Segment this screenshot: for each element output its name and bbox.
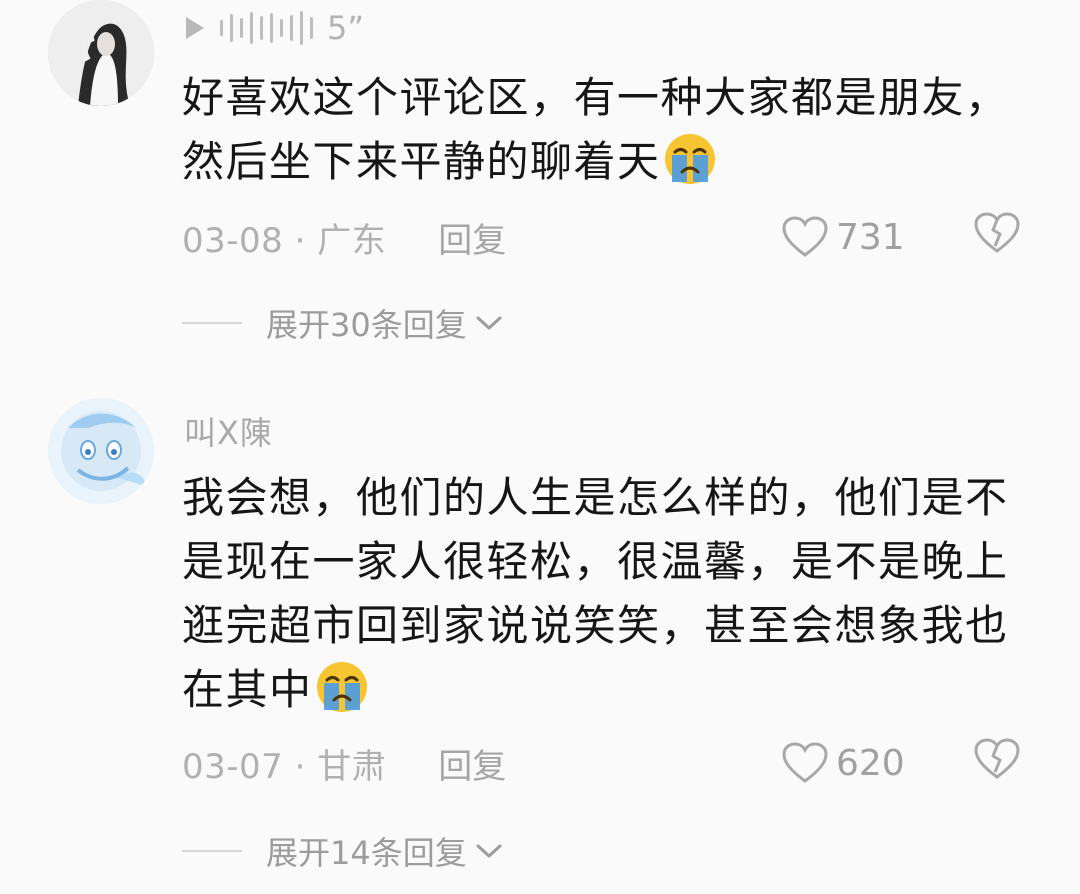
heart-icon	[782, 742, 828, 783]
play-icon	[186, 17, 204, 39]
like-count: 731	[836, 216, 905, 258]
broken-heart-icon	[974, 737, 1020, 779]
comment-body: 我会想，他们的人生是怎么样的，他们是不是现在一家人很轻松，很温馨，是不是晚上逛完…	[182, 473, 1009, 714]
comment-text: 好喜欢这个评论区，有一种大家都是朋友，然后坐下来平静的聊着天	[182, 66, 1012, 194]
chevron-down-icon	[476, 844, 502, 858]
expand-replies-label: 展开30条回复	[266, 306, 467, 344]
expand-replies-button[interactable]: 展开30条回复	[182, 298, 503, 348]
divider	[182, 850, 242, 852]
divider	[182, 322, 242, 324]
reply-button[interactable]: 回复	[438, 213, 506, 262]
avatar[interactable]	[48, 0, 154, 106]
crying-face-icon	[316, 662, 367, 712]
like-button[interactable]: 731	[782, 216, 905, 258]
chevron-down-icon	[476, 316, 502, 330]
dislike-button[interactable]	[974, 211, 1020, 263]
date-location: 03-07 · 甘肃	[182, 746, 387, 787]
heart-icon	[782, 216, 828, 257]
avatar[interactable]	[48, 398, 154, 504]
expand-replies-button[interactable]: 展开14条回复	[182, 826, 503, 876]
comment-text: 我会想，他们的人生是怎么样的，他们是不是现在一家人很轻松，很温馨，是不是晚上逛完…	[182, 466, 1012, 722]
broken-heart-icon	[974, 211, 1020, 253]
reply-button[interactable]: 回复	[438, 739, 506, 788]
like-count: 620	[836, 742, 905, 784]
like-button[interactable]: 620	[782, 742, 905, 784]
date-location: 03-08 · 广东	[182, 220, 387, 261]
crying-face-icon	[664, 134, 715, 184]
waveform-icon	[220, 11, 313, 45]
voice-duration: 5”	[327, 9, 364, 47]
expand-replies-label: 展开14条回复	[266, 834, 467, 872]
dislike-button[interactable]	[974, 737, 1020, 789]
username[interactable]: 叫X陳	[184, 408, 273, 454]
comment-meta: 03-07 · 甘肃 回复 620	[182, 737, 1042, 789]
voice-message[interactable]: 5”	[186, 8, 364, 48]
comment-meta: 03-08 · 广东 回复 731	[182, 211, 1042, 263]
comment-body: 好喜欢这个评论区，有一种大家都是朋友，然后坐下来平静的聊着天	[182, 73, 1009, 186]
